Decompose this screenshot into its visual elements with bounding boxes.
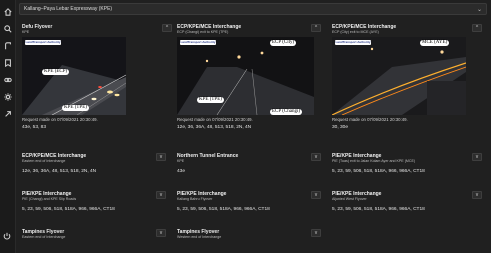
camera-direction-label: ECP (Changi) [270,109,303,115]
expand-button[interactable]: v [472,153,482,161]
sidebar [0,0,16,253]
share-icon[interactable] [3,109,13,119]
expand-button[interactable]: v [311,153,321,161]
bus-routes: 5, 23, 59, 506, 518, 518A, 966, 966A, CT… [332,207,425,212]
camera-card-pie-kpe-aljunied: PIE/KPE Interchange Aljunied West Flyove… [332,191,487,219]
card-subtitle: KPE [22,30,30,34]
bus-routes: 43e [177,169,186,174]
lta-logo: LandTransport Authority [335,40,371,45]
request-timestamp: Request made on 07/09/2021 20:30:49. [177,117,253,122]
bus-routes: 43e, 53, 83 [22,125,47,130]
camera-card-pie-kpe-tuas: PIE/KPE Interchange PIE (Tuas) exit to J… [332,153,487,181]
camera-card-ecp-kpe-mce-2: ECP/KPE/MCE Interchange ECP (City) exit … [332,24,487,144]
search-icon[interactable] [3,24,13,34]
lta-logo: LandTransport Authority [180,40,216,45]
bus-routes: 30, 30e [332,125,349,130]
expressway-select-value: Kallang–Paya Lebar Expressway (KPE) [24,6,113,12]
camera-direction-label: KPE (ECP) [42,69,70,75]
expand-button[interactable]: v [156,229,166,237]
camera-direction-label: KPE (TPE) [62,105,89,111]
camera-image: LandTransport Authority MCE (AYE) [332,37,466,115]
camera-scene [22,37,126,115]
home-icon[interactable] [3,7,13,17]
bus-routes: 12e, 36, 36A, 48, 513, 518, 2N, 4N [22,169,97,174]
request-timestamp: Request made on 07/09/2021 20:30:49. [332,117,408,122]
card-subtitle: Kallang Bahru Flyover [177,197,213,201]
camera-card-ecp-kpe-mce-1: ECP/KPE/MCE Interchange ECP (Changi) exi… [177,24,327,144]
collapse-button[interactable]: ^ [472,24,482,32]
bus-routes: 12e, 36, 36A, 48, 513, 518, 2N, 4N [177,125,252,130]
expand-button[interactable]: v [311,191,321,199]
expand-button[interactable]: v [311,229,321,237]
camera-card-pie-kpe-kallang-bahru: PIE/KPE Interchange Kallang Bahru Flyove… [177,191,327,219]
expressway-select[interactable]: Kallang–Paya Lebar Expressway (KPE) ⌄ [19,3,487,15]
camera-card-tampines-western: Tampines Flyover Western end of Intercha… [177,229,327,251]
bookmark-icon[interactable] [3,58,13,68]
chevron-down-icon: ⌄ [476,7,482,13]
camera-card-defu-flyover: Defu Flyover KPE ^ LandTransport Authori… [22,24,172,144]
card-subtitle: ECP (City) exit to MCE (AYE) [332,30,379,34]
lta-logo: LandTransport Authority [25,40,61,45]
card-subtitle: PIE (Changi) and KPE Slip Roads [22,197,77,201]
power-icon[interactable] [2,231,12,241]
card-subtitle: PIE (Tuas) exit to Jalan Kolam Ayer and … [332,159,416,163]
expand-button[interactable]: v [472,191,482,199]
card-subtitle: Western end of Interchange [177,235,222,239]
camera-card-northern-tunnel: Northern Tunnel Entrance KPE v 43e [177,153,327,181]
collapse-button[interactable]: ^ [311,24,321,32]
card-subtitle: Aljunied West Flyover [332,197,367,201]
bus-routes: 5, 23, 59, 506, 518, 518A, 966, 966A, CT… [22,207,115,212]
card-subtitle: KPE [177,159,185,163]
bus-routes: 5, 23, 59, 506, 518, 518A, 966, 966A, CT… [177,207,270,212]
camera-card-tampines-eastern: Tampines Flyover Eastern end of Intercha… [22,229,172,251]
expand-button[interactable]: v [156,191,166,199]
camera-scene [332,37,466,115]
camera-scene [177,37,314,115]
camera-direction-label: KPE (TPE) [197,97,224,103]
card-subtitle: Eastern end of Interchange [22,159,66,163]
settings-icon[interactable] [3,92,13,102]
collapse-button[interactable]: ^ [162,24,172,32]
request-timestamp: Request made on 07/09/2021 20:30:49. [22,117,98,122]
camera-image: LandTransport Authority KPE (ECP) KPE (T… [22,37,126,115]
camera-image: LandTransport Authority ECP (City) KPE (… [177,37,314,115]
camera-direction-label: MCE (AYE) [420,40,450,46]
routes-icon[interactable] [3,41,13,51]
bus-routes: 5, 23, 59, 506, 518, 518A, 966, 966A, CT… [332,169,425,174]
card-subtitle: ECP (Changi) exit to KPE (TPE) [177,30,229,34]
camera-card-ecp-kpe-mce-eastern: ECP/KPE/MCE Interchange Eastern end of I… [22,153,172,181]
card-subtitle: Eastern end of Interchange [22,235,66,239]
camera-card-pie-kpe-changi: PIE/KPE Interchange PIE (Changi) and KPE… [22,191,172,219]
camera-direction-label: ECP (City) [270,40,297,46]
expand-button[interactable]: v [156,153,166,161]
link-icon[interactable] [3,75,13,85]
